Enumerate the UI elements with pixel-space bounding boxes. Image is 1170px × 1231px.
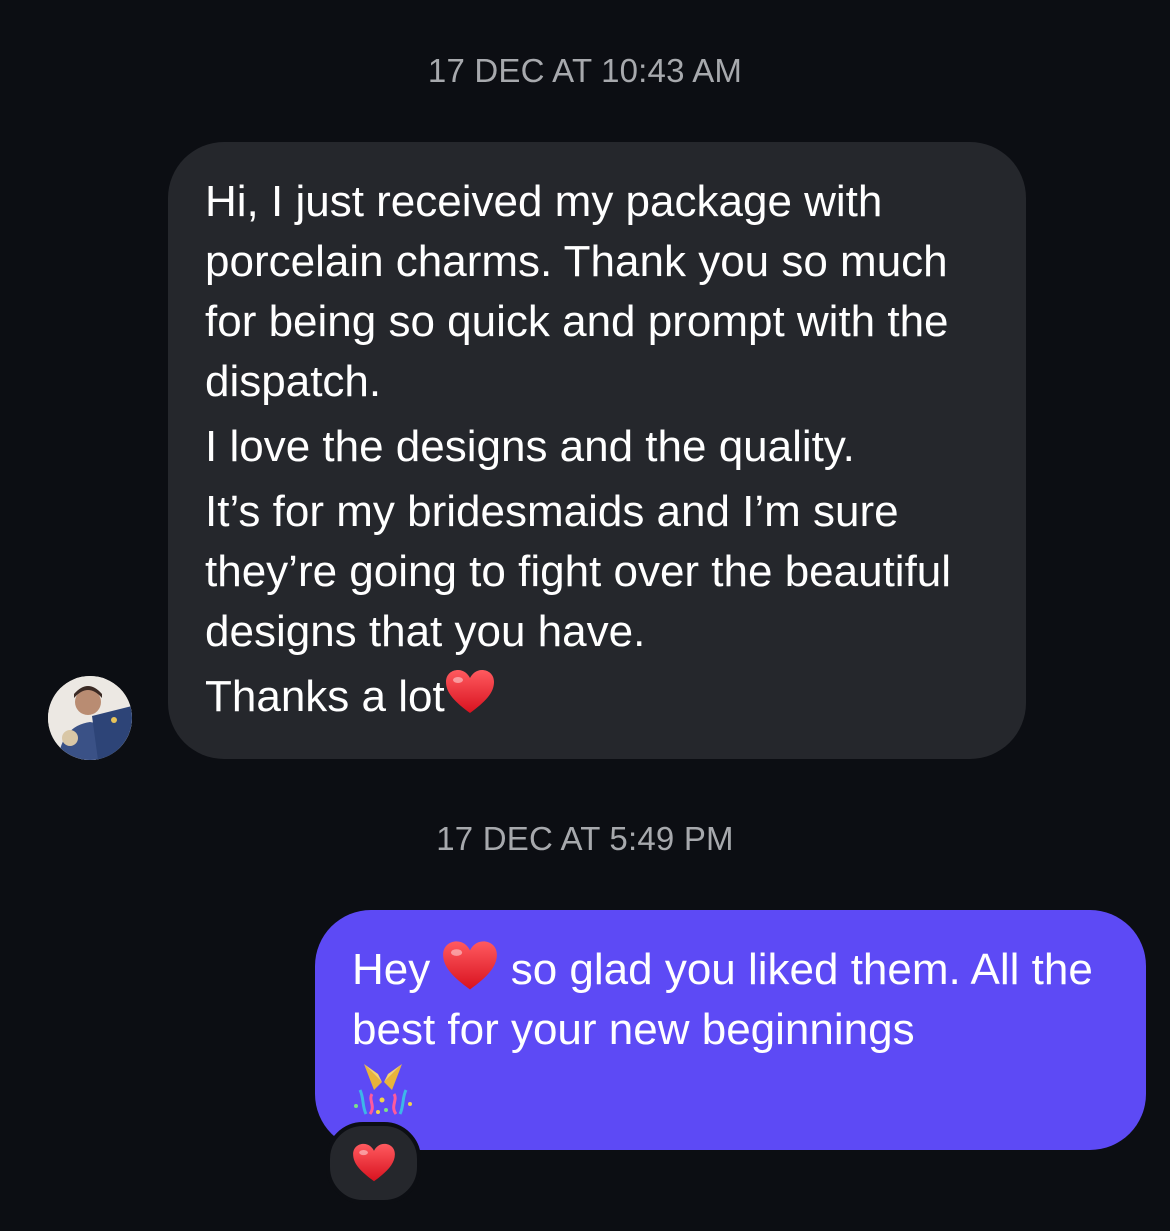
incoming-message-bubble[interactable]: Hi, I just received my package with porc… bbox=[168, 142, 1026, 759]
message-timestamp: 17 DEC AT 5:49 PM bbox=[436, 820, 734, 857]
message-text: I love the designs and the quality. bbox=[205, 422, 855, 471]
red-heart-icon bbox=[352, 1143, 396, 1183]
avatar-photo bbox=[48, 676, 132, 760]
message-text: It’s for my bridesmaids and I’m sure the… bbox=[205, 487, 952, 656]
message-text: Hi, I just received my package with porc… bbox=[205, 177, 949, 406]
message-text-last: Thanks a lot bbox=[205, 667, 996, 727]
sender-avatar[interactable] bbox=[48, 676, 132, 760]
message-text-segment: Hey bbox=[352, 945, 431, 994]
red-heart-icon bbox=[445, 669, 495, 715]
message-text: Thanks a lot bbox=[205, 672, 445, 721]
message-timestamp: 17 DEC AT 10:43 AM bbox=[427, 52, 743, 89]
party-popper-icon bbox=[352, 1060, 414, 1118]
message-reaction[interactable] bbox=[326, 1122, 421, 1204]
outgoing-message-bubble[interactable]: Hey so glad you liked them. All the best… bbox=[315, 910, 1146, 1150]
red-heart-icon bbox=[442, 940, 498, 992]
chat-thread[interactable]: 17 DEC AT 10:43 AM Hi, I just received m… bbox=[0, 0, 1170, 1231]
message-text: Hey so glad you liked them. All the best… bbox=[352, 940, 1116, 1120]
